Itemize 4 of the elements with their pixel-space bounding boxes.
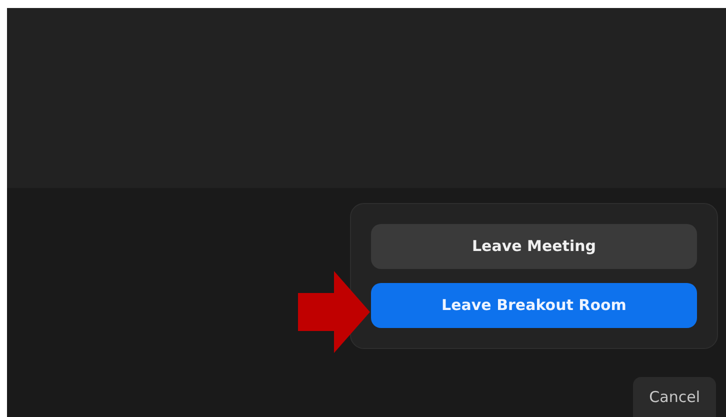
leave-button[interactable]: Leave Breakout Room — [371, 283, 697, 328]
arrow-icon — [298, 271, 370, 353]
cancel-button[interactable]: Cancel — [633, 377, 716, 417]
leave-button[interactable]: Leave Meeting — [371, 224, 697, 269]
